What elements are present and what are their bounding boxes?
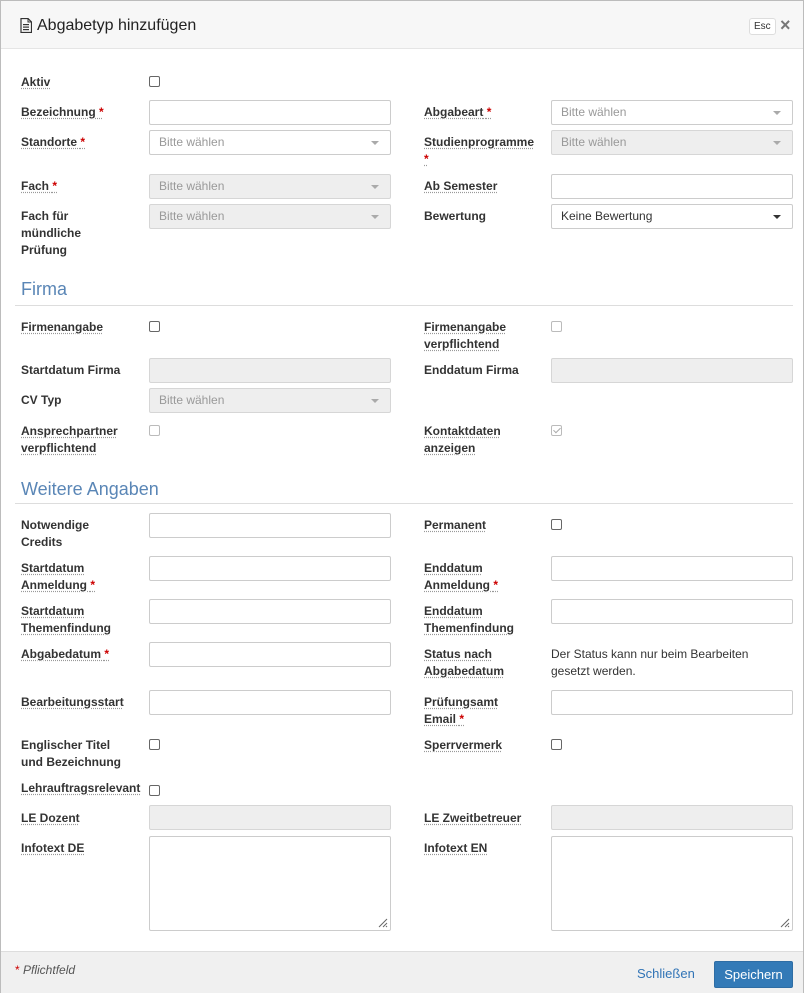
close-button[interactable]: Schließen	[637, 966, 695, 981]
label-permanent: Permanent	[424, 518, 487, 532]
label-kontaktdaten: Kontaktdaten anzeigen	[424, 424, 501, 455]
document-icon	[20, 18, 32, 33]
label-lehrauftragsrelevant: Lehrauftragsrelevant	[21, 781, 141, 795]
bearbeitungsstart-input[interactable]	[149, 690, 391, 715]
label-pruefungsamt-email: Prüfungsamt Email *	[424, 695, 499, 726]
label-fach: Fach *	[21, 179, 58, 193]
section-title-firma: Firma	[21, 279, 67, 299]
label-aktiv: Aktiv	[21, 75, 51, 89]
label-abgabeart: Abgabeart *	[424, 105, 492, 119]
enddatum-themenfindung-input[interactable]	[551, 599, 793, 624]
ansprechpartner-checkbox[interactable]	[149, 425, 160, 436]
label-standorte: Standorte *	[21, 135, 86, 149]
label-cv-typ: CV Typ	[21, 393, 62, 407]
resize-handle-icon[interactable]	[778, 916, 790, 928]
kontaktdaten-checkbox[interactable]	[551, 425, 562, 436]
pruefungsamt-email-input[interactable]	[551, 690, 793, 715]
startdatum-anmeldung-input[interactable]	[149, 556, 391, 581]
label-abgabedatum: Abgabedatum *	[21, 647, 110, 661]
label-ansprechpartner: Ansprechpartner verpflichtend	[21, 424, 118, 455]
label-startdatum-anmeldung: Startdatum Anmeldung *	[21, 561, 96, 592]
ab-semester-input[interactable]	[551, 174, 793, 199]
label-startdatum-firma: Startdatum Firma	[21, 363, 121, 377]
esc-hint: Esc	[749, 18, 776, 35]
studienprogramme-placeholder: Bitte wählen	[561, 135, 627, 149]
caret-down-icon	[773, 111, 781, 115]
label-infotext-en: Infotext EN	[424, 841, 488, 855]
abgabedatum-input[interactable]	[149, 642, 391, 667]
lehrauftragsrelevant-checkbox[interactable]	[149, 785, 160, 796]
fach-muendlich-placeholder: Bitte wählen	[159, 209, 225, 223]
modal-header: Abgabetyp hinzufügen Esc ×	[1, 1, 803, 49]
close-icon[interactable]: ×	[780, 15, 791, 35]
enddatum-firma-input[interactable]	[551, 358, 793, 383]
required-field-note: * Pflichtfeld	[15, 963, 76, 977]
firmenangabe-verpflichtend-checkbox[interactable]	[551, 321, 562, 332]
infotext-de-textarea[interactable]	[149, 836, 391, 931]
cv-typ-placeholder: Bitte wählen	[159, 393, 225, 407]
label-enddatum-anmeldung: Enddatum Anmeldung *	[424, 561, 499, 592]
label-studienprogramme: Studienprogramme *	[424, 135, 535, 166]
label-englischer-titel: Englischer Titel und Bezeichnung	[21, 738, 121, 769]
aktiv-checkbox[interactable]	[149, 76, 160, 87]
le-dozent-input[interactable]	[149, 805, 391, 830]
startdatum-firma-input[interactable]	[149, 358, 391, 383]
fach-placeholder: Bitte wählen	[159, 179, 225, 193]
caret-down-icon	[371, 399, 379, 403]
label-bewertung: Bewertung	[424, 209, 487, 223]
label-infotext-de: Infotext DE	[21, 841, 85, 855]
label-bezeichnung: Bezeichnung *	[21, 105, 104, 119]
abgabeart-placeholder: Bitte wählen	[561, 105, 627, 119]
le-zweitbetreuer-input[interactable]	[551, 805, 793, 830]
label-firmenangabe-verpflichtend: Firmenangabe verpflichtend	[424, 320, 507, 351]
status-info-text: Der Status kann nur beim Bearbeiten geset…	[551, 647, 749, 678]
enddatum-anmeldung-input[interactable]	[551, 556, 793, 581]
bewertung-select[interactable]: Keine Bewertung	[551, 204, 793, 229]
label-fach-muendlich: Fach für mündliche Prüfung	[21, 209, 82, 257]
abgabeart-select[interactable]: Bitte wählen	[551, 100, 793, 125]
firmenangabe-checkbox[interactable]	[149, 321, 160, 332]
save-button[interactable]: Speichern	[714, 961, 793, 988]
bewertung-value: Keine Bewertung	[561, 209, 653, 223]
label-sperrvermerk: Sperrvermerk	[424, 738, 503, 752]
caret-down-icon	[773, 215, 781, 219]
sperrvermerk-checkbox[interactable]	[551, 739, 562, 750]
standorte-select[interactable]: Bitte wählen	[149, 130, 391, 155]
modal-footer: * Pflichtfeld Schließen Speichern	[1, 951, 803, 993]
modal-dialog: Abgabetyp hinzufügen Esc × Aktiv Bezeich…	[0, 0, 804, 993]
label-startdatum-themenfindung: Startdatum Themenfindung	[21, 604, 111, 635]
label-le-zweitbetreuer: LE Zweitbetreuer	[424, 811, 522, 825]
label-status-nach-abgabedatum: Status nach Abgabedatum	[424, 647, 505, 678]
cv-typ-select[interactable]: Bitte wählen	[149, 388, 391, 413]
credits-input[interactable]	[149, 513, 391, 538]
infotext-en-textarea[interactable]	[551, 836, 793, 931]
section-title-weitere: Weitere Angaben	[21, 479, 159, 499]
permanent-checkbox[interactable]	[551, 519, 562, 530]
label-ab-semester: Ab Semester	[424, 179, 498, 193]
label-le-dozent: LE Dozent	[21, 811, 80, 825]
caret-down-icon	[371, 141, 379, 145]
resize-handle-icon[interactable]	[376, 916, 388, 928]
startdatum-themenfindung-input[interactable]	[149, 599, 391, 624]
studienprogramme-select[interactable]: Bitte wählen	[551, 130, 793, 155]
section-divider	[15, 305, 793, 306]
caret-down-icon	[773, 141, 781, 145]
modal-title: Abgabetyp hinzufügen	[37, 17, 197, 34]
label-enddatum-themenfindung: Enddatum Themenfindung	[424, 604, 514, 635]
fach-select[interactable]: Bitte wählen	[149, 174, 391, 199]
section-divider	[15, 503, 793, 504]
label-credits: Notwendige Credits	[21, 518, 89, 549]
standorte-placeholder: Bitte wählen	[159, 135, 225, 149]
label-enddatum-firma: Enddatum Firma	[424, 363, 519, 377]
label-firmenangabe: Firmenangabe	[21, 320, 104, 334]
fach-muendlich-select[interactable]: Bitte wählen	[149, 204, 391, 229]
label-bearbeitungsstart: Bearbeitungsstart	[21, 695, 124, 709]
bezeichnung-input[interactable]	[149, 100, 391, 125]
englischer-titel-checkbox[interactable]	[149, 739, 160, 750]
caret-down-icon	[371, 215, 379, 219]
caret-down-icon	[371, 185, 379, 189]
